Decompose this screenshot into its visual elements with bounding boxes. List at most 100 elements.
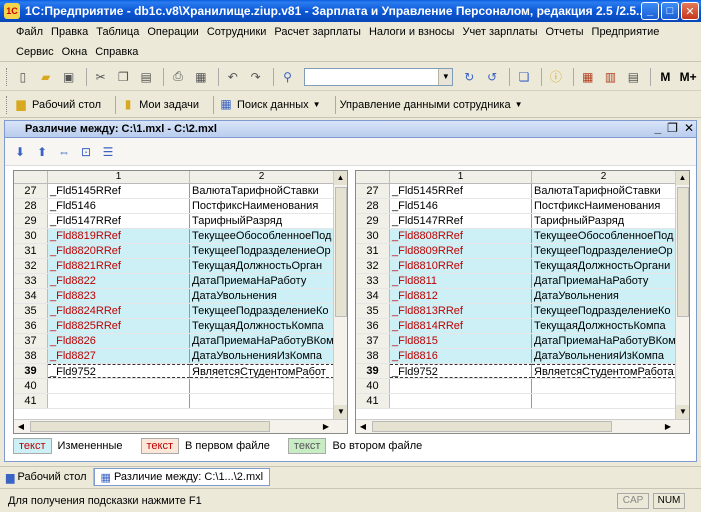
table-row[interactable]: 31 _Fld8820RRef ТекущееПодразделениеОр (14, 244, 347, 259)
cell-field-name[interactable]: ТекущееОбособленноеПод (532, 229, 676, 243)
employee-data-button[interactable]: Управление данными сотрудника ▼ (340, 99, 523, 111)
maximize-button[interactable]: □ (661, 2, 679, 20)
cell-field-name[interactable]: ДатаУвольнения (190, 289, 334, 303)
scroll-left-icon[interactable]: ◀ (356, 420, 370, 433)
cell-field-name[interactable]: ТекущееПодразделениеОр (532, 244, 676, 258)
table-row[interactable]: 36 _Fld8825RRef ТекущаяДолжностьКомпа (14, 319, 347, 334)
vertical-scrollbar[interactable]: ▲ ▼ (675, 171, 689, 433)
table-row[interactable]: 41 (356, 394, 689, 409)
cell-field-id[interactable] (390, 394, 532, 408)
menu-item[interactable]: Предприятие (588, 26, 664, 38)
vertical-scrollbar[interactable]: ▲ ▼ (333, 171, 347, 433)
find-icon[interactable]: ⚲ (278, 67, 298, 87)
cell-field-id[interactable]: _Fld5146 (390, 199, 532, 213)
memory-button[interactable]: M (655, 67, 675, 87)
cell-field-id[interactable]: _Fld8810RRef (390, 259, 532, 273)
desktop-button[interactable]: ▆ Рабочий стол (13, 97, 101, 113)
table-row[interactable]: 33 _Fld8822 ДатаПриемаНаРаботу (14, 274, 347, 289)
redo-icon[interactable]: ↷ (246, 67, 266, 87)
paste-icon[interactable]: ▤ (136, 67, 156, 87)
cell-field-name[interactable]: ТекущееПодразделениеКо (532, 304, 676, 318)
child-minimize-button[interactable]: _ (654, 121, 661, 135)
cell-field-name[interactable] (532, 394, 676, 408)
task-diff[interactable]: ▦ Различие между: C:\1...\2.mxl (93, 468, 271, 486)
cut-icon[interactable]: ✂ (91, 67, 111, 87)
cell-field-name[interactable]: ДатаПриемаНаРаботуВКом (190, 334, 334, 348)
table-row[interactable]: 30 _Fld8819RRef ТекущееОбособленноеПод (14, 229, 347, 244)
cell-field-id[interactable] (390, 379, 532, 393)
cell-field-name[interactable]: ДатаУвольнения (532, 289, 676, 303)
cell-field-id[interactable]: _Fld5145RRef (48, 184, 190, 198)
windows-icon[interactable]: ❏ (514, 67, 534, 87)
cell-field-id[interactable]: _Fld5147RRef (390, 214, 532, 228)
scroll-down-icon[interactable]: ▼ (334, 405, 347, 419)
scroll-left-icon[interactable]: ◀ (14, 420, 28, 433)
cell-field-name[interactable]: ДатаУвольненияИзКомпа (532, 349, 676, 363)
cell-field-name[interactable]: ТекущаяДолжностьОргани (532, 259, 676, 273)
cell-field-id[interactable]: _Fld8827 (48, 349, 190, 363)
search-data-button[interactable]: ▦ Поиск данных ▼ (218, 97, 320, 113)
table-row[interactable]: 28 _Fld5146 ПостфиксНаименования (14, 199, 347, 214)
left-file-grid[interactable]: 1 2 27 _Fld5145RRef ВалютаТарифнойСтавки 28… (13, 170, 348, 434)
table-row[interactable]: 40 (14, 379, 347, 394)
search-next-icon[interactable]: ↻ (459, 67, 479, 87)
memory-plus-button[interactable]: M+ (678, 67, 698, 87)
scroll-up-icon[interactable]: ▲ (676, 171, 689, 185)
table-row[interactable]: 41 (14, 394, 347, 409)
table-row[interactable]: 37 _Fld8826 ДатаПриемаНаРаботуВКом (14, 334, 347, 349)
list-icon[interactable]: ☰ (99, 143, 117, 161)
cell-field-name[interactable]: ТарифныйРазряд (190, 214, 334, 228)
close-button[interactable]: ✕ (681, 2, 699, 20)
cell-field-name[interactable]: ДатаПриемаНаРаботу (532, 274, 676, 288)
cell-field-name[interactable]: ПостфиксНаименования (532, 199, 676, 213)
child-close-button[interactable]: ✕ (684, 121, 694, 135)
cell-field-name[interactable]: ТекущаяДолжностьКомпа (532, 319, 676, 333)
cell-field-id[interactable]: _Fld8809RRef (390, 244, 532, 258)
cell-field-name[interactable]: ТекущаяДолжностьКомпа (190, 319, 334, 333)
cell-field-id[interactable]: _Fld8826 (48, 334, 190, 348)
table-row[interactable]: 29 _Fld5147RRef ТарифныйРазряд (356, 214, 689, 229)
column-header-2[interactable]: 2 (190, 171, 334, 183)
table-row[interactable]: 28 _Fld5146 ПостфиксНаименования (356, 199, 689, 214)
cell-field-name[interactable]: ЯвляетсяСтудентомРабот (190, 364, 334, 378)
table-row[interactable]: 39 _Fld9752 ЯвляетсяСтудентомРабот (14, 364, 347, 379)
cell-field-name[interactable]: ТекущееПодразделениеКо (190, 304, 334, 318)
prev-diff-icon[interactable]: ⬆ (33, 143, 51, 161)
menu-item[interactable]: Учет зарплаты (458, 26, 541, 38)
new-document-icon[interactable]: ▯ (13, 67, 33, 87)
cell-field-id[interactable]: _Fld8814RRef (390, 319, 532, 333)
menu-item[interactable]: Файл (12, 26, 47, 38)
menu-item[interactable]: Отчеты (542, 26, 588, 38)
save-icon[interactable]: ▣ (59, 67, 79, 87)
cell-field-name[interactable]: ТарифныйРазряд (532, 214, 676, 228)
cell-field-name[interactable]: ДатаПриемаНаРаботу (190, 274, 334, 288)
menu-item[interactable]: Правка (47, 26, 92, 38)
cell-field-id[interactable]: _Fld8813RRef (390, 304, 532, 318)
undo-icon[interactable]: ↶ (223, 67, 243, 87)
table-row[interactable]: 32 _Fld8821RRef ТекущаяДолжностьОрган (14, 259, 347, 274)
cell-field-id[interactable]: _Fld5147RRef (48, 214, 190, 228)
cell-field-id[interactable]: _Fld8824RRef (48, 304, 190, 318)
cell-field-id[interactable]: _Fld9752 (48, 364, 190, 378)
cell-field-name[interactable]: ВалютаТарифнойСтавки (190, 184, 334, 198)
cell-field-name[interactable]: ТекущееПодразделениеОр (190, 244, 334, 258)
table-row[interactable]: 35 _Fld8824RRef ТекущееПодразделениеКо (14, 304, 347, 319)
grid-icon[interactable]: ▤ (624, 67, 644, 87)
cell-field-name[interactable]: ВалютаТарифнойСтавки (532, 184, 676, 198)
cell-field-id[interactable]: _Fld8823 (48, 289, 190, 303)
menu-item[interactable]: Сервис (12, 46, 58, 58)
cell-field-id[interactable]: _Fld8812 (390, 289, 532, 303)
cell-field-id[interactable]: _Fld8820RRef (48, 244, 190, 258)
task-desktop[interactable]: ▆ Рабочий стол (0, 468, 94, 486)
table-row[interactable]: 34 _Fld8812 ДатаУвольнения (356, 289, 689, 304)
calendar-icon[interactable]: ▥ (601, 67, 621, 87)
title-bar[interactable]: 1C 1С:Предприятие - db1c.v8\Хранилище.zi… (0, 0, 701, 22)
table-row[interactable]: 37 _Fld8815 ДатаПриемаНаРаботуВКом (356, 334, 689, 349)
cell-field-id[interactable]: _Fld8815 (390, 334, 532, 348)
menu-item[interactable]: Операции (143, 26, 202, 38)
table-row[interactable]: 36 _Fld8814RRef ТекущаяДолжностьКомпа (356, 319, 689, 334)
table-row[interactable]: 39 _Fld9752 ЯвляетсяСтудентомРабота (356, 364, 689, 379)
toolbar-grip[interactable] (6, 95, 9, 114)
menu-item[interactable]: Справка (91, 46, 142, 58)
column-header-1[interactable]: 1 (390, 171, 532, 183)
